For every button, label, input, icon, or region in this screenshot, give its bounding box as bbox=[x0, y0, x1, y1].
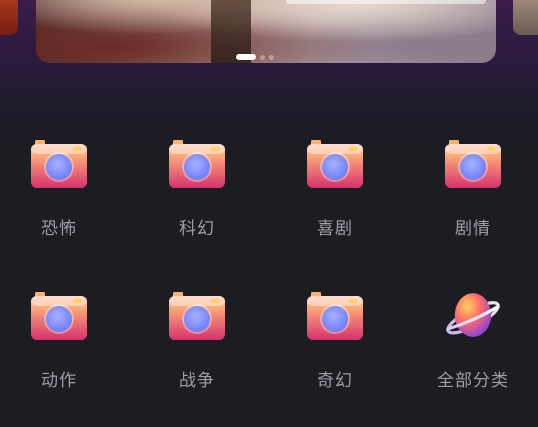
camera-icon bbox=[167, 134, 227, 194]
category-all[interactable]: 全部分类 bbox=[418, 280, 528, 400]
indicator-dot-active bbox=[236, 54, 256, 60]
banner-slide-prev[interactable] bbox=[0, 0, 18, 35]
category-comedy[interactable]: 喜剧 bbox=[280, 128, 390, 248]
category-horror[interactable]: 恐怖 bbox=[4, 128, 114, 248]
camera-icon bbox=[305, 134, 365, 194]
category-fantasy[interactable]: 奇幻 bbox=[280, 280, 390, 400]
category-label: 全部分类 bbox=[437, 371, 509, 391]
indicator-dot bbox=[269, 54, 274, 60]
camera-icon bbox=[29, 134, 89, 194]
category-label: 剧情 bbox=[455, 219, 491, 239]
indicator-dot bbox=[260, 54, 265, 60]
category-label: 战争 bbox=[179, 371, 215, 391]
banner-slide-next[interactable] bbox=[513, 0, 538, 35]
category-drama[interactable]: 剧情 bbox=[418, 128, 528, 248]
camera-icon bbox=[443, 134, 503, 194]
category-label: 动作 bbox=[41, 371, 77, 391]
category-row: 恐怖 科幻 喜剧 剧情 bbox=[0, 128, 538, 248]
category-label: 喜剧 bbox=[317, 219, 353, 239]
banner-caption bbox=[286, 0, 486, 4]
category-label: 科幻 bbox=[179, 219, 215, 239]
category-page: 恐怖 科幻 喜剧 剧情 动作 战争 奇幻 全部分类 bbox=[0, 0, 538, 427]
category-scifi[interactable]: 科幻 bbox=[142, 128, 252, 248]
banner-carousel[interactable] bbox=[0, 0, 538, 70]
carousel-indicator bbox=[236, 54, 274, 60]
category-action[interactable]: 动作 bbox=[4, 280, 114, 400]
category-label: 恐怖 bbox=[41, 219, 77, 239]
camera-icon bbox=[305, 286, 365, 346]
planet-icon bbox=[443, 286, 503, 346]
camera-icon bbox=[167, 286, 227, 346]
camera-icon bbox=[29, 286, 89, 346]
category-row: 动作 战争 奇幻 全部分类 bbox=[0, 280, 538, 400]
category-label: 奇幻 bbox=[317, 371, 353, 391]
category-war[interactable]: 战争 bbox=[142, 280, 252, 400]
